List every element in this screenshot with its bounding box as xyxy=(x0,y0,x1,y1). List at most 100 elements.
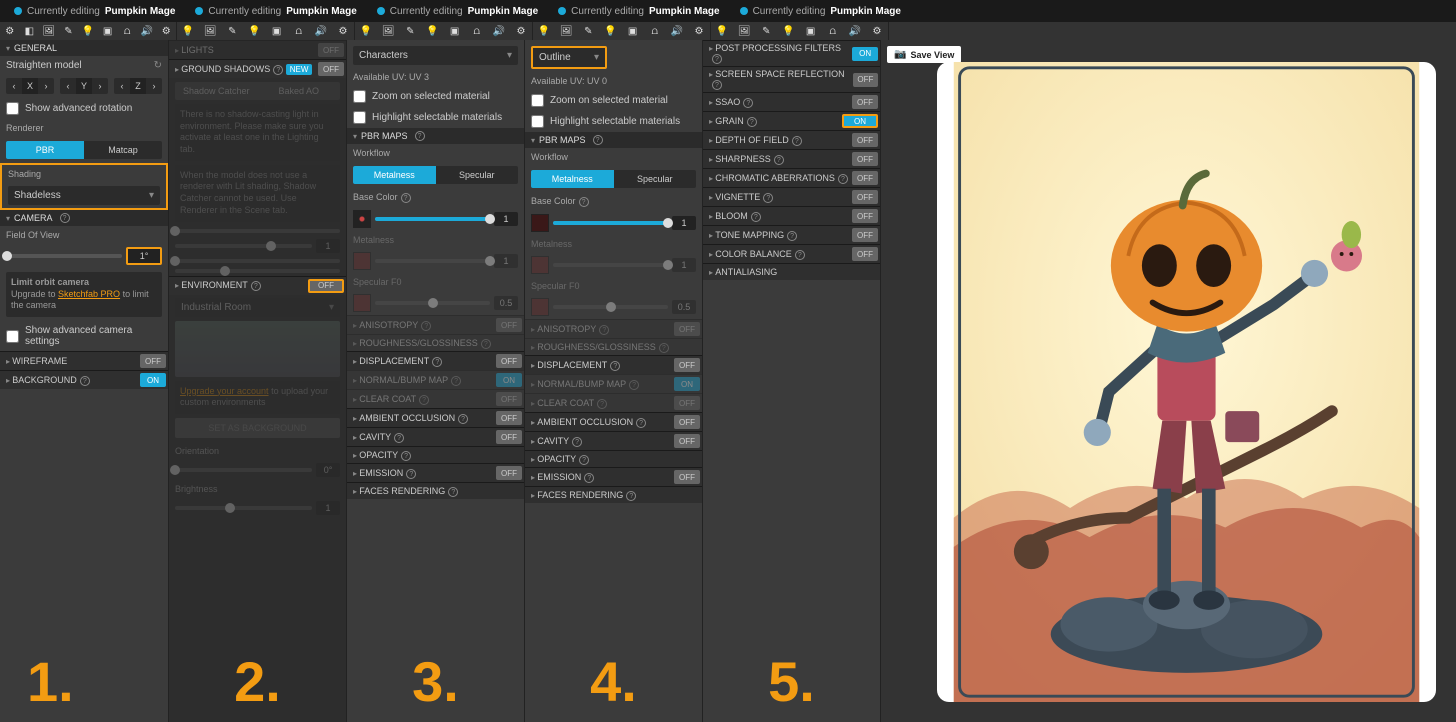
fov-value[interactable]: 1° xyxy=(126,247,162,265)
switch[interactable]: ON xyxy=(496,373,522,387)
environment-row[interactable]: Environment?OFF xyxy=(169,276,346,295)
switch[interactable]: OFF xyxy=(852,133,878,147)
help-icon[interactable]: ? xyxy=(432,357,442,367)
adv-rot-checkbox[interactable] xyxy=(6,102,19,115)
switch[interactable]: OFF xyxy=(852,247,878,261)
help-icon[interactable]: ? xyxy=(60,213,70,223)
shading-select[interactable]: Shadeless▾ xyxy=(8,186,160,205)
switch[interactable]: ON xyxy=(842,114,878,128)
save-view-button[interactable]: Save View xyxy=(887,46,961,63)
material-cavity-row[interactable]: Cavity?OFF xyxy=(525,431,702,450)
fx-depth-of-field-row[interactable]: Depth of Field?OFF xyxy=(703,130,880,149)
fx-screen-space-reflection-row[interactable]: Screen Space Reflection?OFF xyxy=(703,66,880,92)
pbr-maps-head[interactable]: ▾PBR Maps? xyxy=(525,132,702,148)
switch[interactable]: OFF xyxy=(852,190,878,204)
section-camera[interactable]: ▾Camera? xyxy=(0,210,168,226)
help-icon[interactable]: ? xyxy=(579,455,589,465)
help-icon[interactable]: ? xyxy=(401,451,411,461)
help-icon[interactable]: ? xyxy=(421,321,431,331)
material-opacity-row[interactable]: Opacity? xyxy=(525,450,702,467)
help-icon[interactable]: ? xyxy=(599,325,609,335)
help-icon[interactable]: ? xyxy=(792,136,802,146)
section-general[interactable]: ▾General xyxy=(0,40,168,56)
lights-row[interactable]: LightsOFF xyxy=(169,40,346,59)
ppf-switch[interactable]: ON xyxy=(852,47,878,61)
fx-tone-mapping-row[interactable]: Tone Mapping?OFF xyxy=(703,225,880,244)
switch[interactable]: OFF xyxy=(852,228,878,242)
switch[interactable]: OFF xyxy=(674,470,700,484)
material-normal-bump-map-row[interactable]: Normal/Bump Map?ON xyxy=(347,370,524,389)
material-anisotropy-row[interactable]: Anisotropy?OFF xyxy=(347,315,524,334)
switch[interactable]: OFF xyxy=(496,318,522,332)
material-roughness-glossiness-row[interactable]: Roughness/Glossiness? xyxy=(525,338,702,355)
switch[interactable]: OFF xyxy=(674,434,700,448)
switch[interactable]: OFF xyxy=(496,354,522,368)
save-icon[interactable]: ▣ xyxy=(98,22,118,40)
switch[interactable]: OFF xyxy=(852,209,878,223)
env-select[interactable]: Industrial Room▾ xyxy=(175,298,340,317)
fx-bloom-row[interactable]: Bloom?OFF xyxy=(703,206,880,225)
switch[interactable]: OFF xyxy=(852,171,878,185)
switch[interactable]: ON xyxy=(674,377,700,391)
refresh-icon[interactable]: ↻ xyxy=(154,60,162,71)
base-color-value[interactable]: 1 xyxy=(494,212,518,226)
material-select-outline[interactable]: Outline▾ xyxy=(531,46,607,69)
material-emission-row[interactable]: Emission?OFF xyxy=(525,467,702,486)
image-icon[interactable]: 🖼 xyxy=(39,22,59,40)
gear-icon[interactable]: ⚙ xyxy=(0,22,20,40)
material-faces-rendering-row[interactable]: Faces Rendering? xyxy=(525,486,702,503)
lights-switch[interactable]: OFF xyxy=(318,43,344,57)
help-icon[interactable]: ? xyxy=(659,343,669,353)
switch[interactable]: OFF xyxy=(853,73,878,87)
help-icon[interactable]: ? xyxy=(572,437,582,447)
set-bg-button[interactable]: Set as background xyxy=(175,418,340,438)
material-displacement-row[interactable]: Displacement?OFF xyxy=(347,351,524,370)
help-icon[interactable]: ? xyxy=(626,491,636,501)
fx-sharpness-row[interactable]: Sharpness?OFF xyxy=(703,149,880,168)
pbr-tab[interactable]: PBR xyxy=(6,141,84,159)
wireframe-row[interactable]: WireframeOFF xyxy=(0,351,168,370)
sketchfab-pro-link[interactable]: Sketchfab PRO xyxy=(58,289,120,299)
switch[interactable]: OFF xyxy=(674,322,700,336)
help-icon[interactable]: ? xyxy=(597,399,607,409)
material-displacement-row[interactable]: Displacement?OFF xyxy=(525,355,702,374)
gs-switch[interactable]: OFF xyxy=(318,62,344,76)
help-icon[interactable]: ? xyxy=(481,339,491,349)
fx-ssao-row[interactable]: SSAO?OFF xyxy=(703,92,880,111)
help-icon[interactable]: ? xyxy=(774,155,784,165)
fx-grain-row[interactable]: Grain?ON xyxy=(703,111,880,130)
vr-icon[interactable]: ⩍ xyxy=(117,22,137,40)
material-clear-coat-row[interactable]: Clear Coat?OFF xyxy=(347,389,524,408)
wand-icon[interactable]: ✎ xyxy=(59,22,79,40)
adv-rotation-check[interactable]: Show advanced rotation xyxy=(0,98,168,119)
help-icon[interactable]: ? xyxy=(795,250,805,260)
help-icon[interactable]: ? xyxy=(712,80,722,90)
fx-color-balance-row[interactable]: Color Balance?OFF xyxy=(703,244,880,263)
help-icon[interactable]: ? xyxy=(838,174,848,184)
adv-camera-check[interactable]: Show advanced camera settings xyxy=(0,321,168,351)
switch[interactable]: OFF xyxy=(852,95,878,109)
help-icon[interactable]: ? xyxy=(584,473,594,483)
base-color-slider[interactable] xyxy=(553,221,668,225)
base-color-slider[interactable] xyxy=(375,217,490,221)
switch[interactable]: OFF xyxy=(496,466,522,480)
help-icon[interactable]: ? xyxy=(787,231,797,241)
material-opacity-row[interactable]: Opacity? xyxy=(347,446,524,463)
help-icon[interactable]: ? xyxy=(406,469,416,479)
help-icon[interactable]: ? xyxy=(763,193,773,203)
ground-shadows-row[interactable]: Ground Shadows? NEWOFF xyxy=(169,59,346,78)
help-icon[interactable]: ? xyxy=(610,361,620,371)
material-faces-rendering-row[interactable]: Faces Rendering? xyxy=(347,482,524,499)
base-color-swatch[interactable] xyxy=(531,214,549,232)
material-cavity-row[interactable]: Cavity?OFF xyxy=(347,427,524,446)
pbr-maps-head[interactable]: ▾PBR Maps? xyxy=(347,128,524,144)
material-normal-bump-map-row[interactable]: Normal/Bump Map?ON xyxy=(525,374,702,393)
cube-icon[interactable]: ◧ xyxy=(20,22,40,40)
switch[interactable]: OFF xyxy=(496,430,522,444)
sound-icon[interactable]: 🔊 xyxy=(137,22,157,40)
help-icon[interactable]: ? xyxy=(743,98,753,108)
switch[interactable]: OFF xyxy=(674,358,700,372)
switch[interactable]: OFF xyxy=(496,411,522,425)
help-icon[interactable]: ? xyxy=(747,117,757,127)
help-icon[interactable]: ? xyxy=(458,414,468,424)
